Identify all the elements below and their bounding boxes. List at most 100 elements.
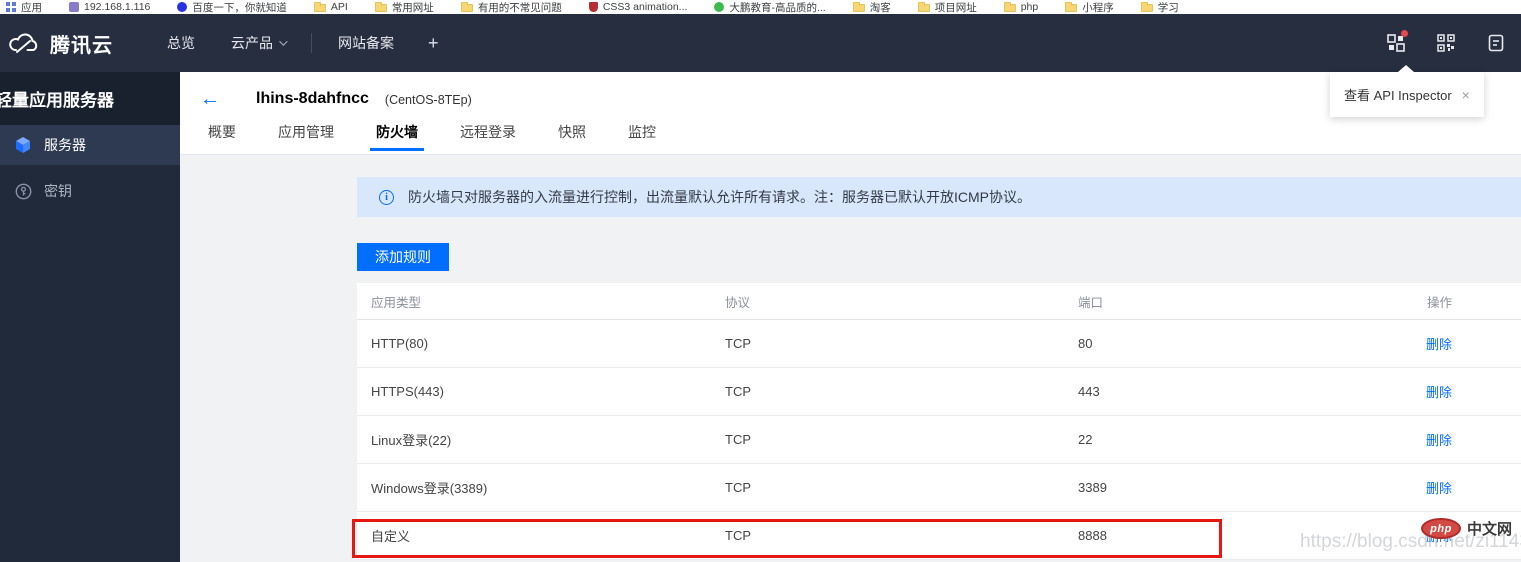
php-logo-icon: php (1421, 518, 1461, 539)
cell-app-type: HTTPS(443) (371, 384, 444, 399)
php-cn-site-text: 中文网 (1467, 521, 1513, 538)
cell-port: 22 (1078, 432, 1093, 447)
bookmark-apps[interactable]: 应用 (6, 0, 42, 15)
sidebar-item-servers[interactable]: 服务器 (0, 125, 180, 165)
document-icon[interactable] (1485, 32, 1507, 54)
page-title: lhins-8dahfncc (256, 90, 369, 107)
cell-app-type: Windows登录(3389) (371, 481, 488, 496)
bookmark-folder-useful-questions[interactable]: 有用的不常见问题 (460, 0, 562, 15)
delete-link[interactable]: 删除 (1426, 433, 1452, 448)
dapeng-favicon-icon (714, 2, 725, 12)
tab-remote-login[interactable]: 远程登录 (460, 122, 516, 151)
page-subtitle: (CentOS-8TEp) (384, 93, 472, 107)
page-title-row: ← lhins-8dahfncc (CentOS-8TEp) (180, 72, 1521, 109)
bookmark-css3[interactable]: CSS3 animation... (588, 1, 687, 13)
nav-add-shortcut-button[interactable]: + (412, 33, 455, 54)
nav-item-cloud-products[interactable]: 云产品 (213, 33, 303, 53)
page-header: ← lhins-8dahfncc (CentOS-8TEp) 概要 应用管理 防… (180, 72, 1521, 155)
bookmark-label: 学习 (1157, 1, 1179, 14)
bookmark-label: 小程序 (1082, 1, 1114, 14)
cell-protocol: TCP (725, 384, 751, 399)
nav-item-label: 网站备案 (338, 35, 394, 51)
bookmark-folder-api[interactable]: API (313, 1, 348, 13)
cell-protocol: TCP (725, 528, 751, 543)
delete-link[interactable]: 删除 (1426, 337, 1452, 352)
folder-icon (313, 2, 326, 12)
bookmark-folder-study[interactable]: 学习 (1140, 0, 1179, 15)
folder-icon (917, 2, 930, 12)
cell-port: 80 (1078, 336, 1093, 351)
api-inspector-grid-icon[interactable] (1385, 30, 1408, 54)
bookmark-folder-taoke[interactable]: 淘客 (852, 0, 891, 15)
bookmark-ip[interactable]: 192.168.1.116 (69, 1, 150, 13)
nav-item-overview[interactable]: 总览 (149, 33, 213, 53)
firewall-rules-table: 应用类型 协议 端口 操作 HTTP(80) TCP 80 删除 HTTPS(4… (357, 283, 1521, 560)
bookmark-folder-miniprogram[interactable]: 小程序 (1065, 0, 1114, 15)
table-row-https: HTTPS(443) TCP 443 删除 (357, 368, 1521, 416)
table-header-row: 应用类型 协议 端口 操作 (357, 283, 1521, 320)
table-row-linux-login: Linux登录(22) TCP 22 删除 (357, 416, 1521, 464)
sidebar: 轻量应用服务器 服务器 密钥 (0, 72, 180, 562)
bookmark-baidu[interactable]: 百度一下，你就知道 (177, 0, 287, 15)
navbar-right-icons (1385, 30, 1521, 54)
delete-link[interactable]: 删除 (1426, 385, 1452, 400)
table-row-http: HTTP(80) TCP 80 删除 (357, 320, 1521, 368)
folder-icon (374, 2, 387, 12)
tencent-cloud-logo[interactable]: 腾讯云 (0, 29, 113, 58)
sidebar-item-keys[interactable]: 密钥 (0, 171, 180, 211)
tab-overview[interactable]: 概要 (208, 122, 236, 151)
cell-port: 443 (1078, 384, 1100, 399)
cell-protocol: TCP (725, 480, 751, 495)
chevron-down-icon (279, 37, 288, 46)
sidebar-item-label: 服务器 (44, 137, 86, 153)
column-header-protocol: 协议 (725, 295, 751, 310)
cloud-logo-icon (9, 33, 38, 53)
brand-name: 腾讯云 (50, 34, 113, 57)
sidebar-title: 轻量应用服务器 (0, 91, 114, 110)
info-banner: i 防火墙只对服务器的入流量进行控制，出流量默认允许所有请求。注：服务器已默认开… (357, 177, 1521, 217)
cell-port: 3389 (1078, 480, 1107, 495)
bookmark-folder-php[interactable]: php (1003, 1, 1039, 13)
nav-item-label: 云产品 (231, 35, 273, 51)
back-arrow-icon[interactable]: ← (200, 89, 220, 109)
server-cube-icon (14, 136, 32, 154)
bookmark-label: 百度一下，你就知道 (192, 1, 287, 14)
bookmark-label: 有用的不常见问题 (477, 1, 562, 14)
content-area: i 防火墙只对服务器的入流量进行控制，出流量默认允许所有请求。注：服务器已默认开… (180, 155, 1521, 562)
nav-item-label: 总览 (167, 35, 195, 51)
bookmark-label: API (330, 1, 348, 13)
nav-item-icp-filing[interactable]: 网站备案 (320, 33, 412, 53)
qr-scan-icon[interactable] (1435, 32, 1457, 54)
bookmark-label: php (1020, 1, 1039, 13)
site-favicon-icon (69, 2, 79, 12)
info-icon: i (379, 189, 394, 205)
top-navbar: 腾讯云 总览 云产品 网站备案 + (0, 14, 1521, 72)
delete-link[interactable]: 删除 (1426, 481, 1452, 496)
tab-monitoring[interactable]: 监控 (628, 122, 656, 151)
apps-grid-icon (6, 2, 16, 12)
folder-icon (852, 2, 865, 12)
tab-snapshot[interactable]: 快照 (558, 122, 586, 151)
folder-icon (460, 2, 473, 12)
browser-bookmarks-bar: 应用 192.168.1.116 百度一下，你就知道 API 常用网址 有用的不… (0, 0, 1521, 14)
cell-app-type: 自定义 (371, 529, 411, 544)
notification-dot (1401, 30, 1408, 37)
css3-favicon-icon (588, 2, 598, 12)
sidebar-item-label: 密钥 (44, 183, 72, 199)
bookmark-folder-common-sites[interactable]: 常用网址 (374, 0, 434, 15)
bookmark-dapeng[interactable]: 大鹏教育-高品质的... (714, 0, 826, 15)
folder-icon (1003, 2, 1016, 12)
tab-app-management[interactable]: 应用管理 (278, 122, 334, 151)
baidu-favicon-icon (177, 2, 188, 12)
bookmark-label: 应用 (21, 1, 42, 14)
tab-firewall[interactable]: 防火墙 (370, 122, 424, 151)
close-icon[interactable]: × (1462, 88, 1470, 102)
php-cn-watermark: php 中文网 (1421, 518, 1512, 539)
cell-app-type: Linux登录(22) (371, 433, 452, 448)
bookmark-folder-project-sites[interactable]: 项目网址 (917, 0, 977, 15)
column-header-app-type: 应用类型 (371, 295, 422, 310)
add-rule-button[interactable]: 添加规则 (357, 243, 449, 271)
tooltip-text: 查看 API Inspector (1344, 88, 1452, 103)
table-row-windows-login: Windows登录(3389) TCP 3389 删除 (357, 464, 1521, 512)
nav-divider (311, 33, 312, 53)
